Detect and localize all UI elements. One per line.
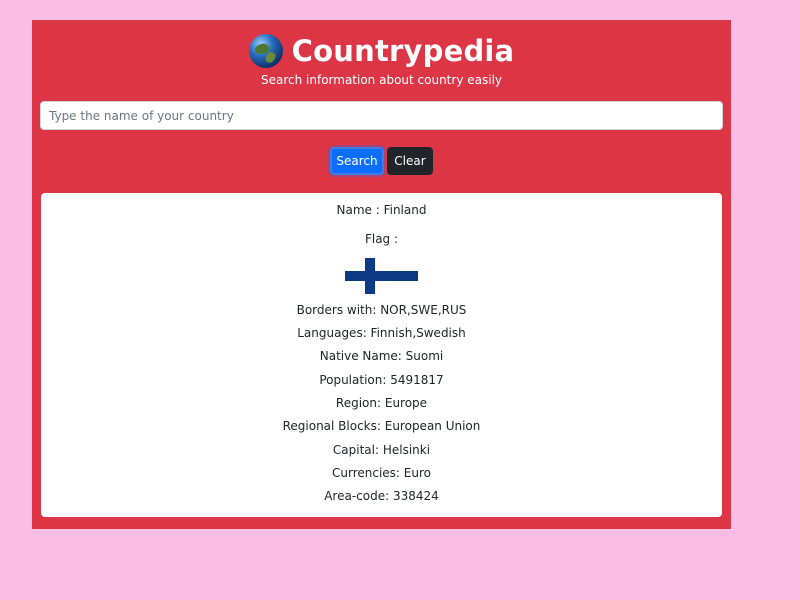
currencies-text: Currencies: Euro	[332, 466, 431, 480]
search-button[interactable]: Search	[330, 147, 384, 175]
globe-icon	[248, 34, 283, 68]
header: Countrypedia Search information about co…	[32, 32, 731, 87]
capital-text: Capital: Helsinki	[332, 443, 431, 457]
country-name: Name : Finland	[336, 203, 427, 217]
flag-cross-horizontal	[345, 271, 418, 281]
finland-flag-icon	[345, 258, 418, 294]
country-info-card: Name : Finland Flag : Borders with: NOR,…	[41, 193, 722, 517]
region-text: Region: Europe	[335, 396, 428, 410]
country-search-input[interactable]	[40, 101, 723, 130]
native-name-text: Native Name: Suomi	[319, 349, 444, 363]
borders-text: Borders with: NOR,SWE,RUS	[296, 303, 467, 317]
flag-cross-vertical	[365, 258, 375, 294]
regional-blocks-text: Regional Blocks: European Union	[282, 419, 481, 433]
app-subtitle: Search information about country easily	[260, 73, 502, 87]
app-panel: Countrypedia Search information about co…	[32, 20, 731, 529]
area-code-text: Area-code: 338424	[324, 489, 439, 503]
flag-label: Flag :	[364, 232, 399, 246]
population-text: Population: 5491817	[319, 373, 444, 387]
clear-button[interactable]: Clear	[387, 147, 433, 175]
title-row: Countrypedia	[32, 32, 731, 70]
app-title: Countrypedia	[291, 34, 515, 68]
languages-text: Languages: Finnish,Swedish	[297, 326, 466, 340]
